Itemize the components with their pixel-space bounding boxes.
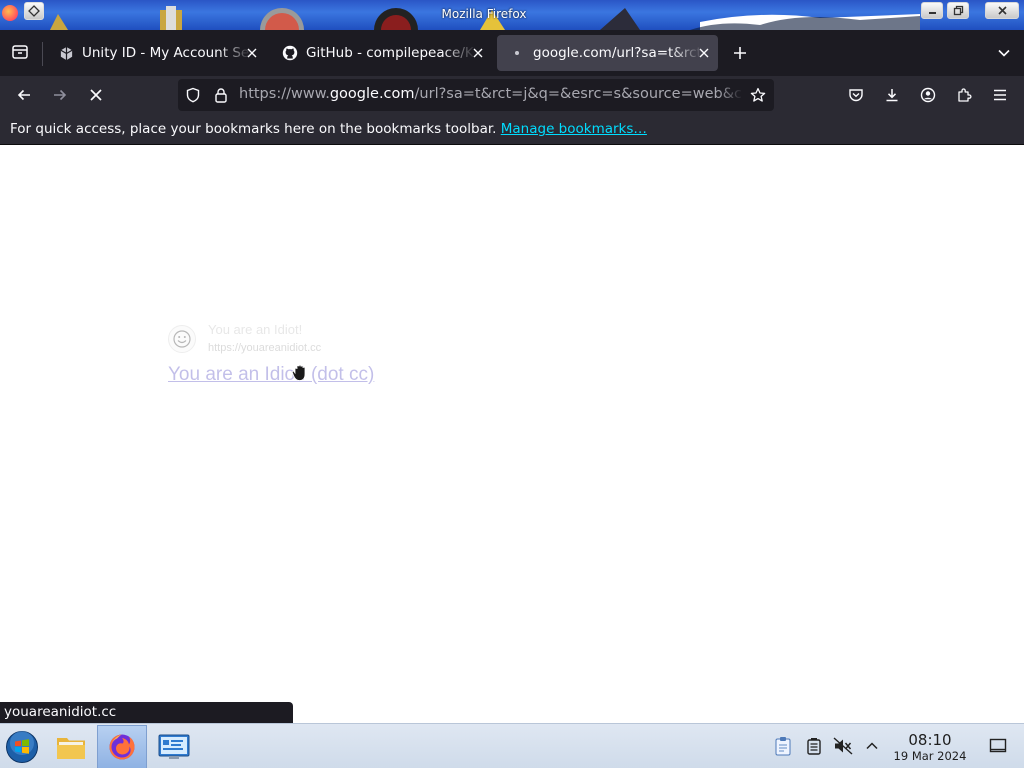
page-content: You are an Idiot! https://youareanidiot.… [0,145,1024,723]
taskbar-file-manager[interactable] [50,725,92,768]
hamburger-menu-icon [994,89,1006,101]
maximize-button[interactable] [947,2,969,19]
address-bar[interactable]: https://www.google.com/url?sa=t&rct=j&q=… [178,79,774,111]
start-button[interactable] [0,725,44,768]
stop-loading-button[interactable] [81,80,111,110]
url-host: google.com [329,86,415,102]
tab-separator [42,42,43,66]
close-tab-icon[interactable] [696,45,712,61]
bookmarks-toolbar: For quick access, place your bookmarks h… [0,114,1024,145]
minimize-icon [928,12,936,14]
tracking-protection-shield-icon[interactable] [185,87,201,103]
tab-label: Unity ID - My Account Se [82,45,250,61]
plus-icon [734,47,746,59]
bookmark-star-icon[interactable] [750,87,766,103]
downloads-button[interactable] [877,80,907,110]
windows-start-orb-icon [6,731,38,763]
back-arrow-icon [17,89,30,101]
status-link-preview: youareanidiot.cc [0,702,293,723]
puzzle-piece-icon [958,88,972,102]
bookmarks-hint-text: For quick access, place your bookmarks h… [10,121,497,137]
forward-arrow-icon [54,89,67,101]
control-panel-icon [158,734,190,759]
firefox-view-button[interactable] [6,38,34,66]
close-icon [997,6,1007,15]
restore-icon [953,5,963,16]
bookmarks-empty-message: For quick access, place your bookmarks h… [10,121,647,137]
forward-button[interactable] [45,80,75,110]
minimize-button[interactable] [921,2,943,19]
account-icon [920,87,936,103]
download-icon [886,89,898,102]
result-site-url: https://youareanidiot.cc [208,342,322,354]
tab-label: GitHub - compilepeace/K [306,45,474,61]
url-path: /url?sa=t&rct=j&q=&esrc=s&source=web&cd= [414,86,743,102]
extensions-button[interactable] [949,80,979,110]
account-button[interactable] [913,80,943,110]
back-button[interactable] [9,80,39,110]
taskbar-firefox[interactable] [97,725,147,768]
result-site-name: You are an Idiot! [208,322,303,337]
chevron-down-icon [998,49,1010,57]
stop-icon [90,89,102,101]
pocket-icon [849,89,863,102]
window-title: Mozilla Firefox [441,7,527,21]
unity-icon [58,45,74,61]
firefox-view-icon [12,45,28,59]
smiley-favicon-icon [168,325,196,353]
clipboard-tray-icon[interactable] [773,736,793,756]
app-menu-button[interactable] [985,80,1015,110]
tab-github[interactable]: GitHub - compilepeace/K [270,35,492,71]
manage-bookmarks-link[interactable]: Manage bookmarks… [501,121,647,137]
folder-icon [57,738,85,759]
taskbar: 08:10 19 Mar 2024 [0,723,1024,768]
tab-google-redirect[interactable]: google.com/url?sa=t&rct [497,35,718,71]
url-scheme: https://www. [239,86,330,102]
tab-strip: Unity ID - My Account Se GitHub - compil… [0,30,1024,76]
list-all-tabs-button[interactable] [990,39,1018,67]
volume-muted-icon[interactable] [833,736,853,756]
url-text[interactable]: https://www.google.com/url?sa=t&rct=j&q=… [239,86,743,102]
show-desktop-icon[interactable] [988,736,1008,756]
new-tab-button[interactable] [726,39,754,67]
close-window-button[interactable] [985,2,1019,19]
firefox-icon [109,734,135,760]
tab-unity[interactable]: Unity ID - My Account Se [46,35,266,71]
close-tab-icon[interactable] [470,45,486,61]
loading-dot-icon [509,45,525,61]
clock-time: 08:10 [908,731,952,749]
chevron-up-icon[interactable] [862,736,882,756]
screen: Mozilla Firefox Unity ID - My Account Se [0,0,1024,768]
navigation-toolbar: https://www.google.com/url?sa=t&rct=j&q=… [0,76,1024,114]
tab-label: google.com/url?sa=t&rct [533,45,702,61]
taskbar-clock[interactable]: 08:10 19 Mar 2024 [886,731,974,764]
clock-date: 19 Mar 2024 [893,749,967,763]
window-titlebar[interactable]: Mozilla Firefox [0,0,1024,30]
pocket-button[interactable] [841,80,871,110]
padlock-icon[interactable] [213,87,229,103]
taskbar-control-panel[interactable] [152,725,196,768]
result-title-link[interactable]: You are an Idiot! (dot cc) [168,364,374,386]
hand-grab-cursor-icon [291,364,306,381]
battery-tray-icon[interactable] [804,736,824,756]
close-tab-icon[interactable] [244,45,260,61]
github-icon [282,45,298,61]
